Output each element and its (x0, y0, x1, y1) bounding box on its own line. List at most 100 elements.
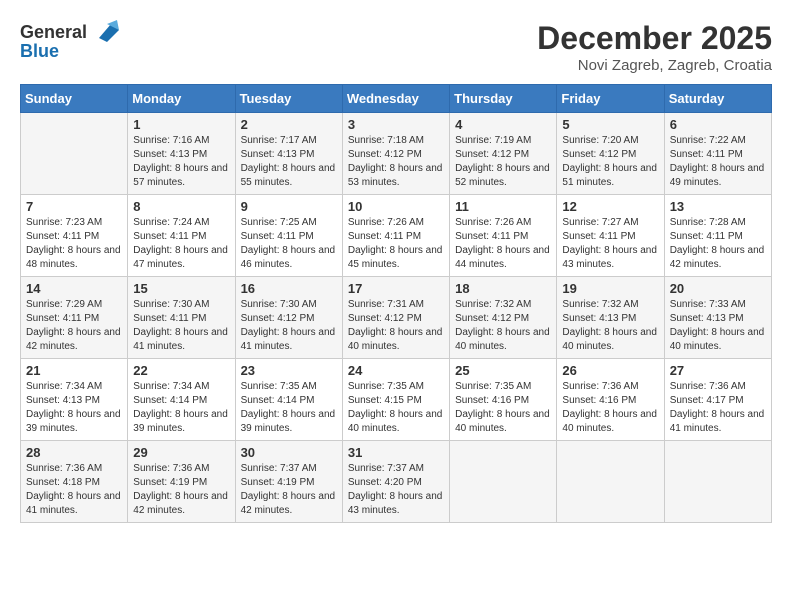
day-number: 23 (241, 363, 337, 378)
cell-info: Sunrise: 7:22 AM Sunset: 4:11 PM Dayligh… (670, 134, 766, 190)
calendar-week-row: 28 Sunrise: 7:36 AM Sunset: 4:18 PM Dayli… (21, 441, 772, 523)
cell-info: Sunrise: 7:32 AM Sunset: 4:13 PM Dayligh… (562, 298, 658, 354)
cell-info: Sunrise: 7:32 AM Sunset: 4:12 PM Dayligh… (455, 298, 551, 354)
day-number: 1 (133, 117, 229, 132)
cell-info: Sunrise: 7:31 AM Sunset: 4:12 PM Dayligh… (348, 298, 444, 354)
day-number: 7 (26, 199, 122, 214)
cell-info: Sunrise: 7:16 AM Sunset: 4:13 PM Dayligh… (133, 134, 229, 190)
calendar-cell: 27 Sunrise: 7:36 AM Sunset: 4:17 PM Dayli… (664, 359, 771, 441)
cell-info: Sunrise: 7:30 AM Sunset: 4:11 PM Dayligh… (133, 298, 229, 354)
day-number: 14 (26, 281, 122, 296)
calendar-cell: 10 Sunrise: 7:26 AM Sunset: 4:11 PM Dayli… (342, 195, 449, 277)
calendar-cell: 8 Sunrise: 7:24 AM Sunset: 4:11 PM Daylig… (128, 195, 235, 277)
day-number: 24 (348, 363, 444, 378)
day-number: 10 (348, 199, 444, 214)
weekday-header-row: SundayMondayTuesdayWednesdayThursdayFrid… (21, 85, 772, 113)
calendar-cell: 16Sunrise: 7:30 AM Sunset: 4:12 PM Dayli… (235, 277, 342, 359)
day-number: 30 (241, 445, 337, 460)
calendar-cell: 21Sunrise: 7:34 AM Sunset: 4:13 PM Dayli… (21, 359, 128, 441)
cell-info: Sunrise: 7:36 AM Sunset: 4:19 PM Dayligh… (133, 462, 229, 518)
calendar-cell: 17 Sunrise: 7:31 AM Sunset: 4:12 PM Dayli… (342, 277, 449, 359)
calendar-cell: 9Sunrise: 7:25 AM Sunset: 4:11 PM Daylig… (235, 195, 342, 277)
calendar-cell (664, 441, 771, 523)
cell-info: Sunrise: 7:28 AM Sunset: 4:11 PM Dayligh… (670, 216, 766, 272)
calendar-cell: 22 Sunrise: 7:34 AM Sunset: 4:14 PM Dayli… (128, 359, 235, 441)
cell-info: Sunrise: 7:27 AM Sunset: 4:11 PM Dayligh… (562, 216, 658, 272)
cell-info: Sunrise: 7:37 AM Sunset: 4:19 PM Dayligh… (241, 462, 337, 518)
calendar-cell: 20Sunrise: 7:33 AM Sunset: 4:13 PM Dayli… (664, 277, 771, 359)
calendar-cell: 24 Sunrise: 7:35 AM Sunset: 4:15 PM Dayli… (342, 359, 449, 441)
calendar-cell: 3Sunrise: 7:18 AM Sunset: 4:12 PM Daylig… (342, 113, 449, 195)
weekday-header-thursday: Thursday (450, 85, 557, 113)
cell-info: Sunrise: 7:34 AM Sunset: 4:14 PM Dayligh… (133, 380, 229, 436)
day-number: 13 (670, 199, 766, 214)
calendar-cell: 4 Sunrise: 7:19 AM Sunset: 4:12 PM Daylig… (450, 113, 557, 195)
calendar-week-row: 14 Sunrise: 7:29 AM Sunset: 4:11 PM Dayli… (21, 277, 772, 359)
cell-info: Sunrise: 7:29 AM Sunset: 4:11 PM Dayligh… (26, 298, 122, 354)
calendar-cell: 23 Sunrise: 7:35 AM Sunset: 4:14 PM Dayli… (235, 359, 342, 441)
day-number: 6 (670, 117, 766, 132)
subtitle: Novi Zagreb, Zagreb, Croatia (537, 57, 772, 74)
cell-info: Sunrise: 7:36 AM Sunset: 4:18 PM Dayligh… (26, 462, 122, 518)
day-number: 19 (562, 281, 658, 296)
day-number: 8 (133, 199, 229, 214)
title-block: December 2025 Novi Zagreb, Zagreb, Croat… (537, 20, 772, 74)
page-header: General Blue December 2025 Novi Zagreb, … (20, 20, 772, 74)
day-number: 16 (241, 281, 337, 296)
calendar-cell: 13 Sunrise: 7:28 AM Sunset: 4:11 PM Dayli… (664, 195, 771, 277)
weekday-header-saturday: Saturday (664, 85, 771, 113)
calendar-cell: 18 Sunrise: 7:32 AM Sunset: 4:12 PM Dayli… (450, 277, 557, 359)
calendar-cell: 26 Sunrise: 7:36 AM Sunset: 4:16 PM Dayli… (557, 359, 664, 441)
cell-info: Sunrise: 7:26 AM Sunset: 4:11 PM Dayligh… (348, 216, 444, 272)
calendar-cell: 2 Sunrise: 7:17 AM Sunset: 4:13 PM Daylig… (235, 113, 342, 195)
cell-info: Sunrise: 7:35 AM Sunset: 4:15 PM Dayligh… (348, 380, 444, 436)
weekday-header-monday: Monday (128, 85, 235, 113)
calendar-cell: 29 Sunrise: 7:36 AM Sunset: 4:19 PM Dayli… (128, 441, 235, 523)
logo: General Blue (20, 20, 119, 62)
day-number: 25 (455, 363, 551, 378)
day-number: 15 (133, 281, 229, 296)
cell-info: Sunrise: 7:36 AM Sunset: 4:17 PM Dayligh… (670, 380, 766, 436)
cell-info: Sunrise: 7:26 AM Sunset: 4:11 PM Dayligh… (455, 216, 551, 272)
cell-info: Sunrise: 7:24 AM Sunset: 4:11 PM Dayligh… (133, 216, 229, 272)
day-number: 18 (455, 281, 551, 296)
calendar-cell: 1 Sunrise: 7:16 AM Sunset: 4:13 PM Daylig… (128, 113, 235, 195)
calendar-cell: 15 Sunrise: 7:30 AM Sunset: 4:11 PM Dayli… (128, 277, 235, 359)
main-title: December 2025 (537, 20, 772, 57)
day-number: 4 (455, 117, 551, 132)
calendar-week-row: 1 Sunrise: 7:16 AM Sunset: 4:13 PM Daylig… (21, 113, 772, 195)
cell-info: Sunrise: 7:23 AM Sunset: 4:11 PM Dayligh… (26, 216, 122, 272)
cell-info: Sunrise: 7:33 AM Sunset: 4:13 PM Dayligh… (670, 298, 766, 354)
day-number: 27 (670, 363, 766, 378)
calendar-cell (21, 113, 128, 195)
cell-info: Sunrise: 7:35 AM Sunset: 4:14 PM Dayligh… (241, 380, 337, 436)
day-number: 22 (133, 363, 229, 378)
cell-info: Sunrise: 7:35 AM Sunset: 4:16 PM Dayligh… (455, 380, 551, 436)
weekday-header-friday: Friday (557, 85, 664, 113)
calendar-cell: 31 Sunrise: 7:37 AM Sunset: 4:20 PM Dayli… (342, 441, 449, 523)
cell-info: Sunrise: 7:19 AM Sunset: 4:12 PM Dayligh… (455, 134, 551, 190)
cell-info: Sunrise: 7:34 AM Sunset: 4:13 PM Dayligh… (26, 380, 122, 436)
cell-info: Sunrise: 7:17 AM Sunset: 4:13 PM Dayligh… (241, 134, 337, 190)
calendar-cell: 19 Sunrise: 7:32 AM Sunset: 4:13 PM Dayli… (557, 277, 664, 359)
day-number: 26 (562, 363, 658, 378)
logo-bird-icon (89, 20, 119, 46)
calendar-cell: 14 Sunrise: 7:29 AM Sunset: 4:11 PM Dayli… (21, 277, 128, 359)
calendar-cell (450, 441, 557, 523)
day-number: 11 (455, 199, 551, 214)
cell-info: Sunrise: 7:20 AM Sunset: 4:12 PM Dayligh… (562, 134, 658, 190)
day-number: 28 (26, 445, 122, 460)
cell-info: Sunrise: 7:36 AM Sunset: 4:16 PM Dayligh… (562, 380, 658, 436)
day-number: 17 (348, 281, 444, 296)
calendar-cell: 28 Sunrise: 7:36 AM Sunset: 4:18 PM Dayli… (21, 441, 128, 523)
calendar-cell: 25 Sunrise: 7:35 AM Sunset: 4:16 PM Dayli… (450, 359, 557, 441)
day-number: 5 (562, 117, 658, 132)
logo-blue-text: Blue (20, 42, 59, 62)
weekday-header-sunday: Sunday (21, 85, 128, 113)
day-number: 29 (133, 445, 229, 460)
calendar-cell: 12Sunrise: 7:27 AM Sunset: 4:11 PM Dayli… (557, 195, 664, 277)
cell-info: Sunrise: 7:37 AM Sunset: 4:20 PM Dayligh… (348, 462, 444, 518)
day-number: 2 (241, 117, 337, 132)
calendar-table: SundayMondayTuesdayWednesdayThursdayFrid… (20, 84, 772, 523)
day-number: 31 (348, 445, 444, 460)
